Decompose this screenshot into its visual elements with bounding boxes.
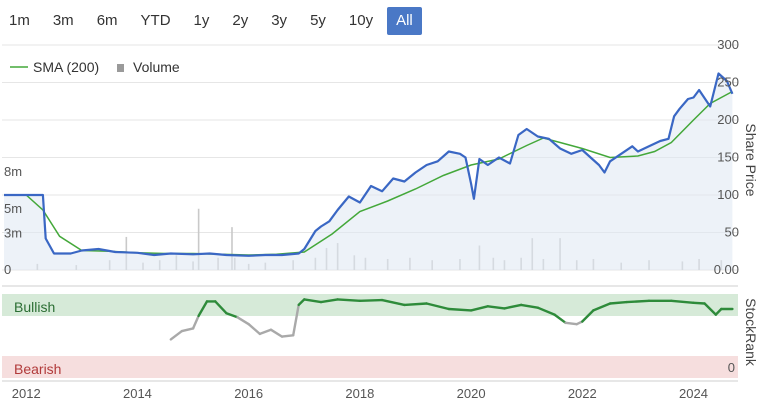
stockrank-segment — [247, 323, 261, 336]
x-tick-label: 2020 — [457, 386, 486, 401]
stockrank-segment — [625, 299, 651, 304]
price-tick-label: 200 — [717, 112, 739, 127]
x-tick-label: 2024 — [679, 386, 708, 401]
stockrank-segment — [236, 316, 250, 326]
stockrank-segment — [180, 327, 195, 333]
price-tick-label: 100 — [717, 187, 739, 202]
x-tick-label: 2012 — [12, 386, 41, 401]
price-tick-label: 0.00 — [714, 262, 739, 277]
price-tick-label: 150 — [717, 150, 739, 165]
stockrank-segment — [169, 329, 184, 341]
stockrank-segment — [403, 302, 428, 307]
volume-tick-label: 3m — [4, 225, 22, 240]
stockrank-segment — [608, 300, 628, 305]
x-tick-label: 2018 — [345, 386, 374, 401]
price-tick-label: 300 — [717, 37, 739, 52]
price-axis-title: Share Price — [743, 123, 759, 196]
volume-tick-label: 5m — [4, 201, 22, 216]
legend: SMA (200) Volume — [10, 59, 180, 75]
x-tick-label: 2022 — [568, 386, 597, 401]
price-chart: Bullish Bearish SMA (200) Volume 300 250 20… — [2, 37, 759, 401]
bullish-label: Bullish — [14, 299, 55, 315]
stockrank-segment — [336, 298, 362, 302]
bearish-label: Bearish — [14, 361, 61, 377]
stockrank-segment — [358, 298, 384, 302]
volume-legend-label: Volume — [133, 59, 180, 75]
volume-legend-swatch — [117, 64, 124, 72]
stockrank-segment — [564, 321, 578, 326]
stockrank-segment — [280, 334, 295, 338]
price-tick-label: 250 — [717, 75, 739, 90]
price-area-fill — [4, 73, 733, 270]
volume-tick-label: 0 — [4, 262, 11, 277]
volume-tick-label: 8m — [4, 164, 22, 179]
sma-legend-label: SMA (200) — [33, 59, 99, 75]
stockrank-segment — [692, 301, 706, 305]
stockrank-segment — [258, 328, 273, 336]
stockrank-tick-label: 0 — [728, 360, 735, 375]
bullish-band — [2, 294, 738, 316]
price-tick-label: 50 — [725, 225, 739, 240]
x-tick-label: 2016 — [234, 386, 263, 401]
bearish-band — [2, 356, 738, 378]
stockrank-segment — [269, 328, 284, 338]
stockrank-segment — [191, 314, 200, 330]
x-tick-label: 2014 — [123, 386, 152, 401]
stockrank-segment — [447, 307, 473, 312]
stockrank-axis-title: StockRank — [743, 298, 759, 367]
